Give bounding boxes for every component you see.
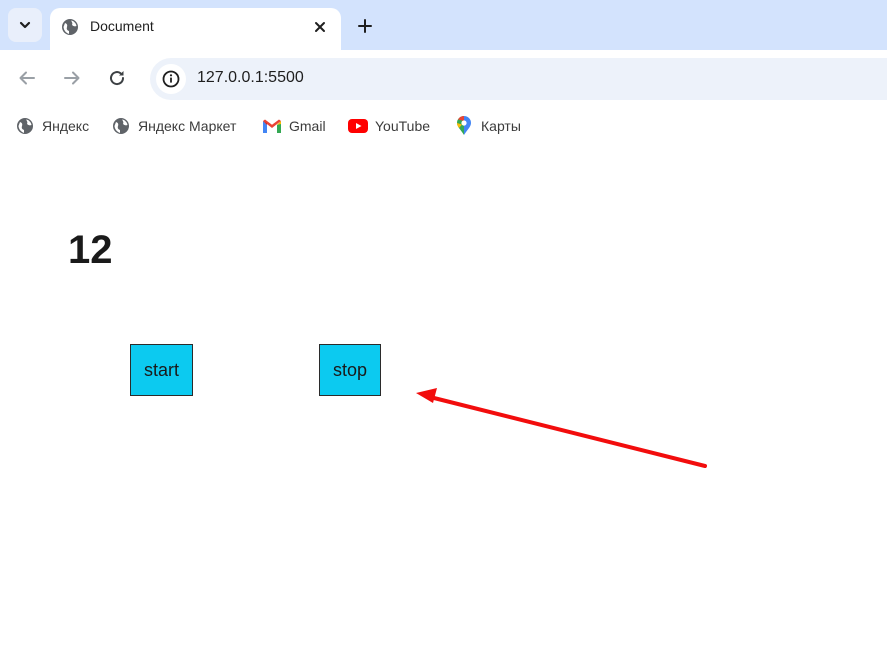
- annotation-arrow-line: [428, 395, 707, 468]
- annotation-arrow-head: [416, 388, 437, 403]
- annotation-arrow: [416, 388, 707, 468]
